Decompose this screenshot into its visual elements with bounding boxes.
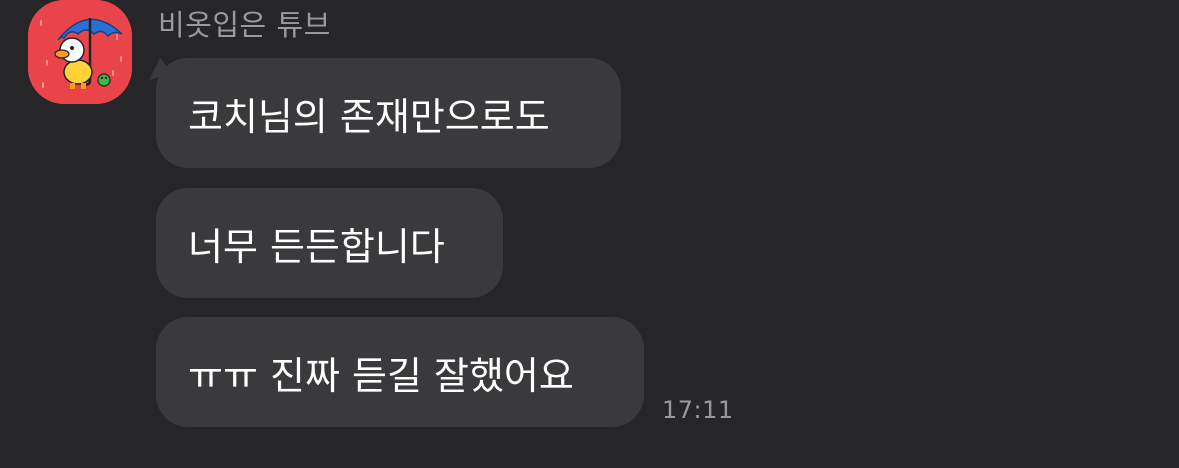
message-text: 너무 든든합니다: [188, 224, 445, 269]
message-bubble[interactable]: ㅠㅠ 진짜 듣길 잘했어요: [156, 317, 644, 427]
message-text: 코치님의 존재만으로도: [188, 94, 550, 139]
chat-view: 비옷입은 튜브 코치님의 존재만으로도 너무 든든합니다 ㅠㅠ 진짜 듣길 잘했…: [0, 0, 1179, 468]
message-bubble[interactable]: 코치님의 존재만으로도: [156, 58, 621, 168]
sender-name: 비옷입은 튜브: [158, 8, 331, 42]
profile-avatar[interactable]: [28, 0, 132, 104]
message-bubble[interactable]: 너무 든든합니다: [156, 188, 503, 298]
duck-with-umbrella-icon: [28, 0, 132, 104]
message-timestamp: 17:11: [662, 396, 734, 424]
message-text: ㅠㅠ 진짜 듣길 잘했어요: [188, 353, 574, 398]
